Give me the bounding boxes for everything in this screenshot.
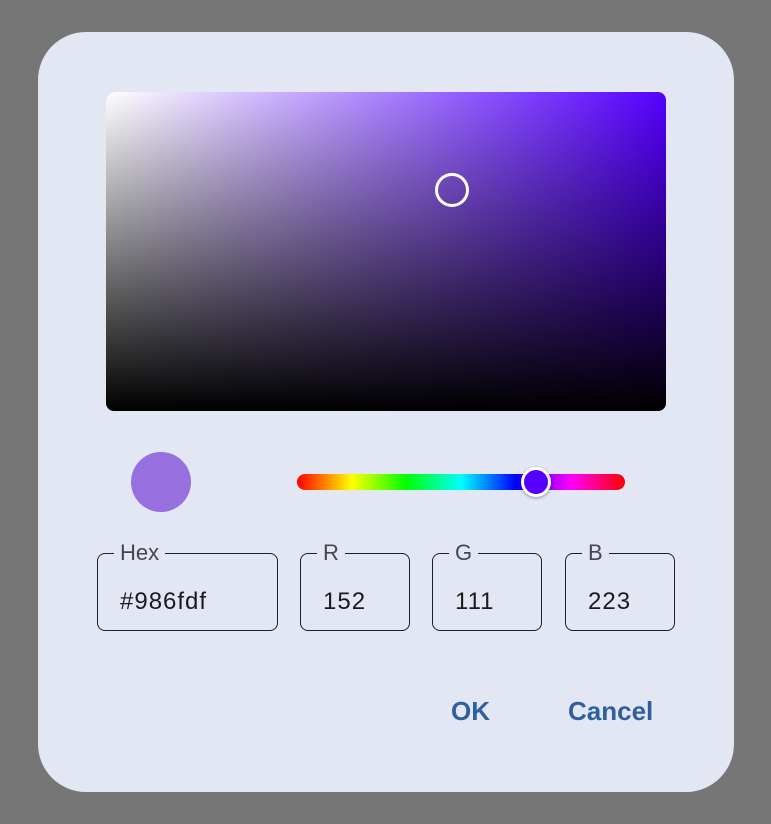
red-field-label: R xyxy=(317,540,345,566)
blue-field-label: B xyxy=(582,540,609,566)
cancel-button[interactable]: Cancel xyxy=(568,693,653,729)
green-field-value[interactable]: 111 xyxy=(455,588,494,616)
hue-slider[interactable] xyxy=(297,474,625,490)
hex-field[interactable]: Hex #986fdf xyxy=(97,540,278,631)
red-field[interactable]: R 152 xyxy=(300,540,410,631)
hex-field-value[interactable]: #986fdf xyxy=(120,588,207,616)
hue-slider-thumb[interactable] xyxy=(521,467,551,497)
green-field[interactable]: G 111 xyxy=(432,540,542,631)
red-field-value[interactable]: 152 xyxy=(323,588,366,616)
blue-field-value[interactable]: 223 xyxy=(588,588,631,616)
selected-color-swatch xyxy=(131,452,191,512)
ok-button[interactable]: OK xyxy=(451,693,490,729)
value-gradient xyxy=(106,92,666,411)
saturation-value-area[interactable] xyxy=(106,92,666,411)
hex-field-label: Hex xyxy=(114,540,166,566)
color-picker-dialog: Hex #986fdf R 152 G 111 B 223 OK Cancel xyxy=(38,32,734,792)
blue-field[interactable]: B 223 xyxy=(565,540,675,631)
color-selector-handle[interactable] xyxy=(435,173,469,207)
green-field-label: G xyxy=(449,540,479,566)
